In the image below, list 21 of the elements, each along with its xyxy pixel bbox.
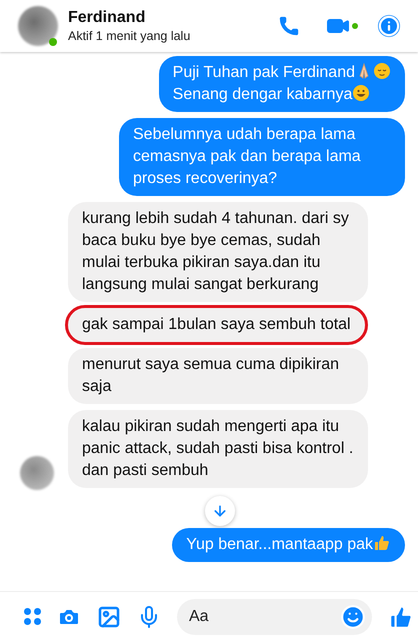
grinning-face-icon — [352, 84, 370, 102]
relieved-face-icon — [373, 62, 391, 80]
received-message: menurut saya semua cuma dipikiran saja — [68, 348, 368, 404]
call-button[interactable] — [278, 15, 300, 37]
gallery-button[interactable] — [97, 604, 121, 628]
received-message: kurang lebih sudah 4 tahunan. dari sy baca buku bye bye cemas, sudah mulai terbuka pikiran saya.dan itu langsung mulai sangat berkurang — [68, 202, 368, 302]
received-message: gak sampai 1bulan saya sembuh total — [68, 308, 365, 342]
received-message: kalau pikiran sudah mengerti apa itu panic attack, sudah pasti bisa kontrol . dan pasti sembuh — [68, 410, 368, 488]
sent-message: Sebelumnya udah berapa lama cemasnya pak dan berapa lama proses recoverinya? — [119, 118, 405, 196]
info-button[interactable] — [378, 15, 400, 37]
arrow-down-icon — [212, 503, 228, 519]
sent-message: Puji Tuhan pak Ferdinand Senang dengar kabarnya — [158, 56, 405, 112]
message-field[interactable]: Aa — [177, 598, 372, 634]
emoji-icon[interactable] — [340, 604, 366, 630]
apps-button[interactable] — [24, 608, 41, 625]
active-status: Aktif 1 menit yang lalu — [68, 28, 192, 44]
sent-message: Yup benar...mantaapp pak — [172, 528, 405, 562]
contact-name: Ferdinand — [68, 8, 146, 28]
scroll-down-button[interactable] — [205, 496, 235, 526]
thumbs-up-icon — [373, 534, 391, 552]
avatar — [18, 6, 58, 46]
